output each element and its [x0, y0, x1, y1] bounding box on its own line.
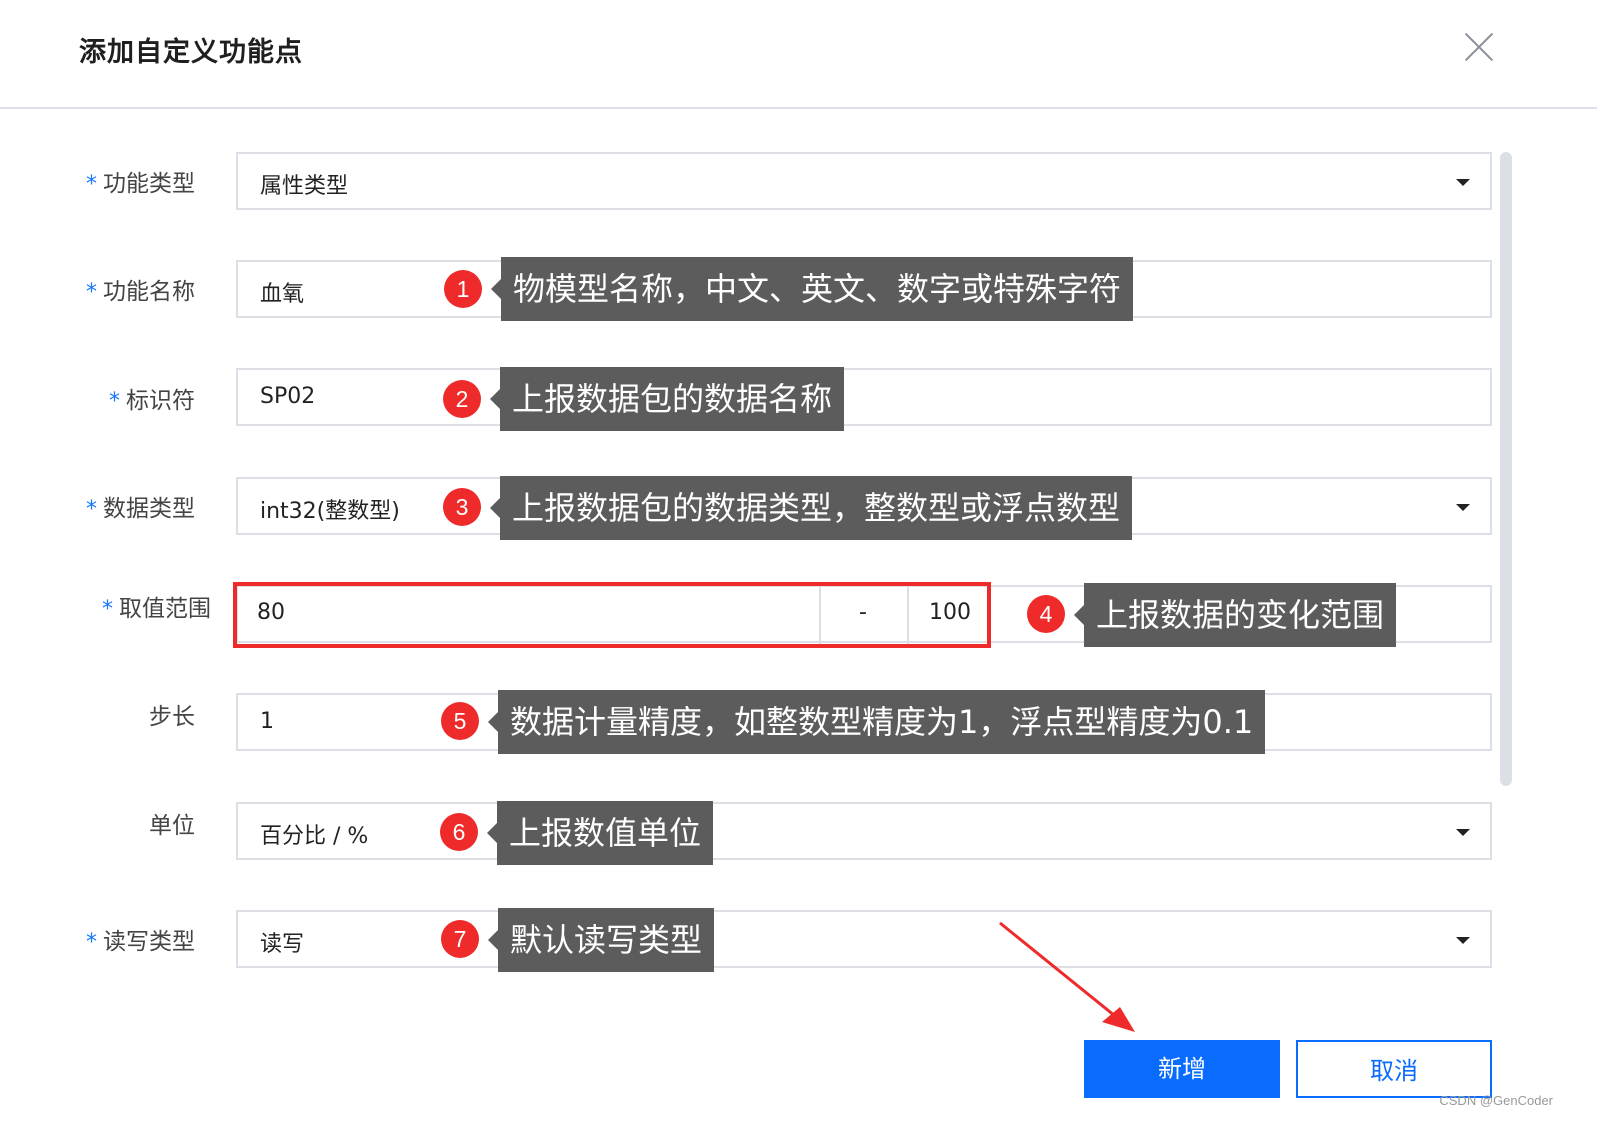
range-highlight-box: 80 - 100 — [233, 582, 991, 648]
step-label: 步长 — [149, 704, 195, 730]
unit-select[interactable]: 百分比 / % — [236, 802, 1492, 860]
unit-label: 单位 — [149, 813, 195, 839]
step-value: 1 — [260, 709, 274, 734]
data-type-value: int32(整数型) — [260, 499, 400, 524]
confirm-add-button[interactable]: 新增 — [1084, 1040, 1280, 1098]
annotation-tooltip-7: 默认读写类型 — [487, 908, 715, 972]
range-separator: - — [859, 600, 867, 625]
annotation-tooltip-6: 上报数值单位 — [486, 801, 714, 865]
cancel-button[interactable]: 取消 — [1296, 1040, 1492, 1098]
annotation-tooltip-4: 上报数据的变化范围 — [1073, 583, 1397, 647]
rw-type-value: 读写 — [260, 932, 305, 957]
identifier-label: * 标识符 — [109, 388, 195, 414]
unit-value: 百分比 / % — [260, 824, 369, 849]
dialog-header: 添加自定义功能点 — [0, 0, 1597, 109]
annotation-badge-4: 4 — [1027, 595, 1065, 633]
rw-type-select[interactable]: 读写 — [236, 910, 1492, 968]
identifier-value: SP02 — [260, 384, 316, 409]
scrollbar[interactable] — [1500, 152, 1512, 786]
annotation-badge-6: 6 — [440, 813, 478, 851]
annotation-badge-7: 7 — [441, 920, 479, 958]
range-divider — [819, 586, 821, 644]
close-icon[interactable] — [1462, 30, 1496, 64]
data-type-label: * 数据类型 — [86, 496, 195, 522]
caret-down-icon — [1456, 829, 1470, 836]
range-divider — [907, 586, 909, 644]
range-max-input[interactable]: 100 — [929, 600, 971, 625]
caret-down-icon — [1456, 937, 1470, 944]
func-type-label: * 功能类型 — [86, 171, 195, 197]
func-type-select[interactable]: 属性类型 — [236, 152, 1492, 210]
annotation-badge-2: 2 — [443, 380, 481, 418]
caret-down-icon — [1456, 504, 1470, 511]
dialog-title: 添加自定义功能点 — [79, 37, 303, 68]
func-name-label: * 功能名称 — [86, 279, 195, 305]
watermark: CSDN @GenCoder — [1439, 1093, 1553, 1108]
annotation-tooltip-1: 物模型名称，中文、英文、数字或特殊字符 — [490, 257, 1134, 321]
annotation-tooltip-3: 上报数据包的数据类型，整数型或浮点数型 — [489, 476, 1133, 540]
annotation-tooltip-2: 上报数据包的数据名称 — [489, 367, 845, 431]
annotation-tooltip-5: 数据计量精度，如整数型精度为1，浮点型精度为0.1 — [487, 690, 1266, 754]
func-name-value: 血氧 — [260, 282, 305, 307]
identifier-input[interactable]: SP02 — [236, 368, 1492, 426]
rw-type-label: * 读写类型 — [86, 929, 195, 955]
annotation-badge-3: 3 — [443, 488, 481, 526]
caret-down-icon — [1456, 179, 1470, 186]
range-min-input[interactable]: 80 — [257, 600, 285, 625]
range-label: * 取值范围 — [102, 596, 211, 622]
annotation-arrow-icon — [999, 921, 1135, 1032]
annotation-badge-5: 5 — [441, 702, 479, 740]
annotation-badge-1: 1 — [444, 270, 482, 308]
func-type-value: 属性类型 — [260, 174, 349, 199]
